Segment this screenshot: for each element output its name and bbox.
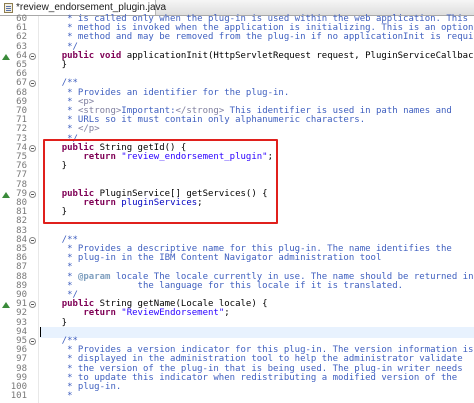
- fold-toggle-icon[interactable]: [29, 80, 36, 87]
- code-token: </p>: [77, 124, 100, 134]
- fold-toggle-icon[interactable]: [29, 301, 36, 308]
- code-line[interactable]: *: [40, 391, 474, 402]
- java-file-icon: [4, 2, 13, 13]
- code-token: /**: [40, 78, 78, 88]
- code-token: *: [40, 262, 78, 272]
- fold-toggle-icon[interactable]: [29, 237, 36, 244]
- code-token: *: [40, 391, 78, 401]
- fold-toggle-icon[interactable]: [29, 191, 36, 198]
- gutter-line: 101: [0, 391, 38, 402]
- line-number-gutter[interactable]: 60 61 62 63 64 65 66 67 68 69 70 71 72 73 74 75 76 77 78 79…: [0, 14, 38, 403]
- code-token: ;: [224, 308, 230, 318]
- code-token: "ReviewEndorsement": [121, 308, 225, 318]
- editor-tab[interactable]: *review_endorsement_plugin.java: [0, 0, 166, 15]
- line-number: 101: [10, 391, 27, 401]
- code-token: return: [83, 308, 116, 318]
- gutter-divider: [38, 16, 39, 403]
- fold-toggle-icon[interactable]: [29, 53, 36, 60]
- code-token: * method and may be removed from the plu…: [40, 32, 474, 42]
- fold-toggle-icon[interactable]: [29, 338, 36, 345]
- java-editor: *review_endorsement_plugin.java 60 61 62 63…: [0, 0, 474, 403]
- highlight-box: [43, 139, 278, 224]
- code-token: *: [40, 124, 78, 134]
- tab-title: *review_endorsement_plugin.java: [16, 2, 167, 13]
- fold-toggle-icon[interactable]: [29, 145, 36, 152]
- code-token: * displayed in the administration tool t…: [40, 354, 463, 364]
